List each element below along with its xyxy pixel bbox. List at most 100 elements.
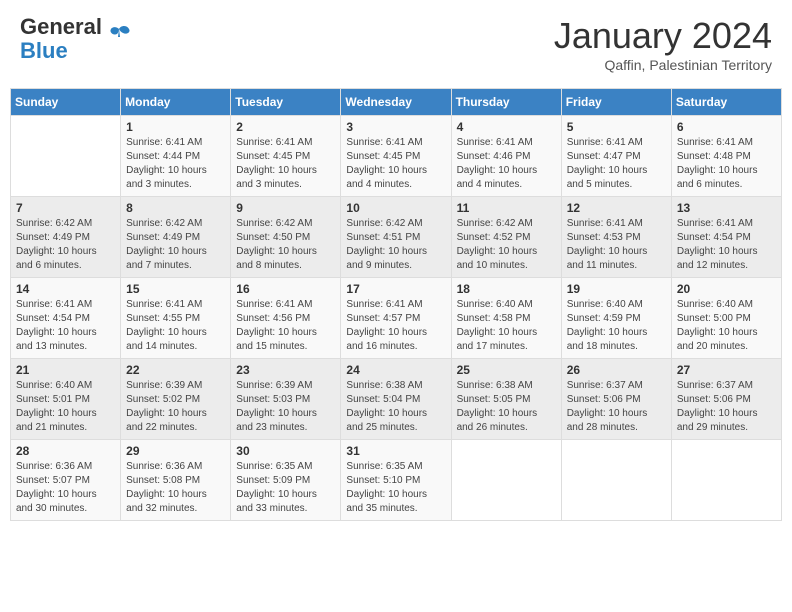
day-number: 18 [457,282,556,296]
day-info: Sunrise: 6:41 AMSunset: 4:44 PMDaylight:… [126,136,225,192]
day-number: 9 [236,201,335,215]
calendar-cell: 7 Sunrise: 6:42 AMSunset: 4:49 PMDaylight… [11,197,121,278]
calendar-cell: 21 Sunrise: 6:40 AMSunset: 5:01 PMDayligh… [11,359,121,440]
calendar-cell [451,440,561,521]
calendar-cell: 20 Sunrise: 6:40 AMSunset: 5:00 PMDayligh… [671,278,781,359]
calendar-cell [11,116,121,197]
day-info: Sunrise: 6:39 AMSunset: 5:03 PMDaylight:… [236,379,335,435]
calendar-cell: 23 Sunrise: 6:39 AMSunset: 5:03 PMDayligh… [231,359,341,440]
day-number: 31 [346,444,445,458]
day-number: 29 [126,444,225,458]
day-number: 19 [567,282,666,296]
calendar-cell: 27 Sunrise: 6:37 AMSunset: 5:06 PMDayligh… [671,359,781,440]
calendar-cell: 8 Sunrise: 6:42 AMSunset: 4:49 PMDaylight… [121,197,231,278]
day-number: 11 [457,201,556,215]
day-info: Sunrise: 6:42 AMSunset: 4:49 PMDaylight:… [126,217,225,273]
day-number: 17 [346,282,445,296]
day-number: 24 [346,363,445,377]
column-header-thursday: Thursday [451,89,561,116]
day-number: 22 [126,363,225,377]
day-number: 10 [346,201,445,215]
day-number: 25 [457,363,556,377]
calendar-cell: 29 Sunrise: 6:36 AMSunset: 5:08 PMDayligh… [121,440,231,521]
day-number: 4 [457,120,556,134]
calendar-cell: 4 Sunrise: 6:41 AMSunset: 4:46 PMDaylight… [451,116,561,197]
month-title: January 2024 [554,15,772,57]
header: General Blue January 2024 Qaffin, Palest… [10,10,782,78]
day-number: 26 [567,363,666,377]
calendar-cell [561,440,671,521]
calendar-cell: 31Sunrise: 6:35 AMSunset: 5:10 PMDayligh… [341,440,451,521]
calendar-cell: 10 Sunrise: 6:42 AMSunset: 4:51 PMDayligh… [341,197,451,278]
day-number: 12 [567,201,666,215]
day-info: Sunrise: 6:40 AMSunset: 5:01 PMDaylight:… [16,379,115,435]
calendar-cell: 14 Sunrise: 6:41 AMSunset: 4:54 PMDayligh… [11,278,121,359]
week-row-5: 28 Sunrise: 6:36 AMSunset: 5:07 PMDayligh… [11,440,782,521]
column-header-saturday: Saturday [671,89,781,116]
day-info: Sunrise: 6:41 AMSunset: 4:56 PMDaylight:… [236,298,335,354]
day-number: 16 [236,282,335,296]
day-info: Sunrise: 6:36 AMSunset: 5:08 PMDaylight:… [126,460,225,516]
logo-blue: Blue [20,39,102,63]
day-info: Sunrise: 6:42 AMSunset: 4:52 PMDaylight:… [457,217,556,273]
calendar-cell: 26 Sunrise: 6:37 AMSunset: 5:06 PMDayligh… [561,359,671,440]
day-info: Sunrise: 6:40 AMSunset: 4:58 PMDaylight:… [457,298,556,354]
day-number: 30 [236,444,335,458]
day-info: Sunrise: 6:35 AMSunset: 5:09 PMDaylight:… [236,460,335,516]
header-row: SundayMondayTuesdayWednesdayThursdayFrid… [11,89,782,116]
day-info: Sunrise: 6:36 AMSunset: 5:07 PMDaylight:… [16,460,115,516]
day-number: 6 [677,120,776,134]
day-number: 7 [16,201,115,215]
day-info: Sunrise: 6:37 AMSunset: 5:06 PMDaylight:… [677,379,776,435]
day-number: 1 [126,120,225,134]
day-info: Sunrise: 6:41 AMSunset: 4:54 PMDaylight:… [16,298,115,354]
day-info: Sunrise: 6:41 AMSunset: 4:46 PMDaylight:… [457,136,556,192]
day-number: 14 [16,282,115,296]
week-row-1: 1 Sunrise: 6:41 AMSunset: 4:44 PMDaylight… [11,116,782,197]
day-number: 21 [16,363,115,377]
day-info: Sunrise: 6:41 AMSunset: 4:57 PMDaylight:… [346,298,445,354]
day-info: Sunrise: 6:38 AMSunset: 5:04 PMDaylight:… [346,379,445,435]
logo-general: General [20,15,102,39]
day-info: Sunrise: 6:41 AMSunset: 4:45 PMDaylight:… [346,136,445,192]
day-info: Sunrise: 6:42 AMSunset: 4:49 PMDaylight:… [16,217,115,273]
week-row-3: 14 Sunrise: 6:41 AMSunset: 4:54 PMDayligh… [11,278,782,359]
calendar-cell: 24 Sunrise: 6:38 AMSunset: 5:04 PMDayligh… [341,359,451,440]
day-number: 3 [346,120,445,134]
title-area: January 2024 Qaffin, Palestinian Territo… [554,15,772,73]
column-header-tuesday: Tuesday [231,89,341,116]
day-info: Sunrise: 6:42 AMSunset: 4:51 PMDaylight:… [346,217,445,273]
logo: General Blue [20,15,133,63]
calendar-cell: 5Sunrise: 6:41 AMSunset: 4:47 PMDaylight… [561,116,671,197]
logo-bird-icon [105,23,133,51]
day-info: Sunrise: 6:40 AMSunset: 5:00 PMDaylight:… [677,298,776,354]
calendar-cell: 25Sunrise: 6:38 AMSunset: 5:05 PMDayligh… [451,359,561,440]
column-header-sunday: Sunday [11,89,121,116]
day-info: Sunrise: 6:42 AMSunset: 4:50 PMDaylight:… [236,217,335,273]
calendar-cell: 13 Sunrise: 6:41 AMSunset: 4:54 PMDayligh… [671,197,781,278]
day-info: Sunrise: 6:41 AMSunset: 4:48 PMDaylight:… [677,136,776,192]
calendar-cell: 2Sunrise: 6:41 AMSunset: 4:45 PMDaylight… [231,116,341,197]
calendar-cell: 1 Sunrise: 6:41 AMSunset: 4:44 PMDaylight… [121,116,231,197]
calendar-cell: 16 Sunrise: 6:41 AMSunset: 4:56 PMDayligh… [231,278,341,359]
calendar-cell: 9 Sunrise: 6:42 AMSunset: 4:50 PMDaylight… [231,197,341,278]
day-number: 20 [677,282,776,296]
calendar-cell: 19Sunrise: 6:40 AMSunset: 4:59 PMDayligh… [561,278,671,359]
calendar-cell: 6 Sunrise: 6:41 AMSunset: 4:48 PMDaylight… [671,116,781,197]
calendar-cell: 17 Sunrise: 6:41 AMSunset: 4:57 PMDayligh… [341,278,451,359]
day-number: 13 [677,201,776,215]
calendar-cell: 15Sunrise: 6:41 AMSunset: 4:55 PMDayligh… [121,278,231,359]
day-info: Sunrise: 6:37 AMSunset: 5:06 PMDaylight:… [567,379,666,435]
calendar-cell: 22Sunrise: 6:39 AMSunset: 5:02 PMDayligh… [121,359,231,440]
day-number: 8 [126,201,225,215]
day-info: Sunrise: 6:41 AMSunset: 4:47 PMDaylight:… [567,136,666,192]
day-number: 27 [677,363,776,377]
day-number: 23 [236,363,335,377]
day-info: Sunrise: 6:41 AMSunset: 4:54 PMDaylight:… [677,217,776,273]
calendar-cell: 3 Sunrise: 6:41 AMSunset: 4:45 PMDaylight… [341,116,451,197]
subtitle: Qaffin, Palestinian Territory [554,57,772,73]
day-info: Sunrise: 6:41 AMSunset: 4:45 PMDaylight:… [236,136,335,192]
day-number: 28 [16,444,115,458]
column-header-wednesday: Wednesday [341,89,451,116]
day-info: Sunrise: 6:41 AMSunset: 4:55 PMDaylight:… [126,298,225,354]
